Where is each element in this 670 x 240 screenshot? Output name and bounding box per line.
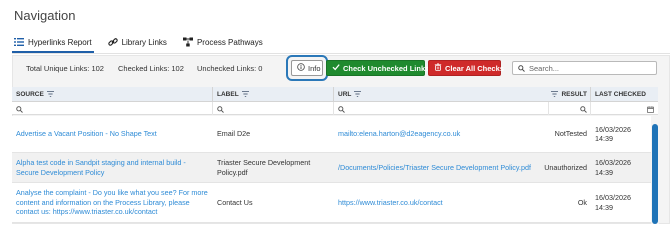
- result-cell: NotTested: [554, 129, 587, 139]
- unchecked-links-stat: Unchecked Links: 0: [197, 64, 263, 73]
- tab-label: Library Links: [121, 38, 167, 47]
- filter-icon[interactable]: [354, 90, 362, 99]
- source-link[interactable]: Alpha test code in Sandpit staging and i…: [12, 153, 213, 182]
- last-checked-date: 16/03/2026: [595, 193, 631, 202]
- tab-divider: [12, 53, 670, 54]
- check-button-label: Check Unchecked Links: [343, 63, 430, 73]
- url-link[interactable]: /Documents/Policies/Triaster Secure Deve…: [334, 153, 549, 182]
- tab-label: Process Pathways: [196, 38, 263, 47]
- search-box: [512, 61, 657, 75]
- list-icon: [14, 37, 24, 49]
- last-checked-cell: 16/03/2026 14:39: [591, 116, 658, 152]
- clear-all-checks-button[interactable]: Clear All Checks: [428, 60, 504, 76]
- last-checked-time: 14:39: [595, 202, 613, 212]
- calendar-icon: [647, 100, 654, 118]
- label-cell: Email D2e: [217, 129, 251, 139]
- trash-icon: [434, 63, 442, 73]
- check-icon: [332, 63, 340, 73]
- source-filter[interactable]: [12, 102, 213, 115]
- check-unchecked-links-button[interactable]: Check Unchecked Links: [326, 60, 429, 76]
- table-row[interactable]: Advertise a Vacant Position - No Shape T…: [12, 116, 658, 153]
- filter-row: [12, 102, 658, 115]
- grid-header: SOURCE LABEL URL RESULT LAST CHECKED: [12, 87, 658, 102]
- info-button-label: Info: [308, 63, 321, 73]
- link-icon: [107, 37, 118, 49]
- last-checked-time: 14:39: [595, 167, 613, 177]
- last-checked-cell: 16/03/2026 14:39: [591, 183, 658, 222]
- search-icon: [580, 100, 587, 118]
- tab-hyperlinks-report[interactable]: Hyperlinks Report: [12, 35, 94, 53]
- url-link[interactable]: mailto:elena.harton@d2eagency.co.uk: [334, 116, 549, 152]
- date-filter[interactable]: [591, 102, 658, 115]
- last-checked-cell: 16/03/2026 14:39: [591, 153, 658, 182]
- label-cell: Contact Us: [217, 197, 253, 207]
- url-filter[interactable]: [334, 102, 549, 115]
- search-icon: [338, 100, 345, 118]
- search-icon: [518, 59, 525, 77]
- tab-process-pathways[interactable]: Process Pathways: [181, 35, 265, 50]
- label-cell: Triaster Secure Development Policy.pdf: [217, 158, 311, 177]
- checked-links-stat: Checked Links: 102: [118, 64, 184, 73]
- last-checked-date: 16/03/2026: [595, 124, 631, 134]
- column-header-label[interactable]: LABEL: [213, 87, 334, 102]
- total-links-stat: Total Unique Links: 102: [26, 64, 104, 73]
- tab-bar: Hyperlinks Report Library Links Process …: [12, 35, 265, 53]
- search-input[interactable]: [529, 63, 654, 73]
- filter-icon[interactable]: [241, 90, 249, 99]
- info-button[interactable]: Info: [291, 60, 323, 76]
- last-checked-date: 16/03/2026: [595, 158, 631, 167]
- result-filter[interactable]: [549, 102, 591, 115]
- process-icon: [182, 37, 193, 49]
- result-cell: Unauthorized: [544, 162, 587, 172]
- filter-icon[interactable]: [551, 90, 559, 99]
- column-header-source[interactable]: SOURCE: [12, 87, 213, 102]
- search-icon: [16, 100, 23, 118]
- last-checked-time: 14:39: [595, 134, 613, 143]
- table-row[interactable]: Analyse the complaint - Do you like what…: [12, 183, 658, 223]
- table-row[interactable]: Alpha test code in Sandpit staging and i…: [12, 153, 658, 183]
- tab-label: Hyperlinks Report: [28, 38, 92, 47]
- page-title: Navigation: [14, 8, 76, 23]
- tab-library-links[interactable]: Library Links: [106, 35, 169, 50]
- source-link[interactable]: Analyse the complaint - Do you like what…: [12, 183, 213, 222]
- url-link[interactable]: https://www.triaster.co.uk/contact: [334, 183, 549, 222]
- search-icon: [217, 100, 224, 118]
- label-filter[interactable]: [213, 102, 334, 115]
- clear-button-label: Clear All Checks: [445, 63, 504, 73]
- info-icon: [297, 63, 305, 73]
- filter-icon[interactable]: [46, 90, 54, 99]
- scrollbar-thumb[interactable]: [652, 124, 658, 224]
- source-link[interactable]: Advertise a Vacant Position - No Shape T…: [12, 116, 213, 152]
- result-cell: Ok: [577, 197, 587, 207]
